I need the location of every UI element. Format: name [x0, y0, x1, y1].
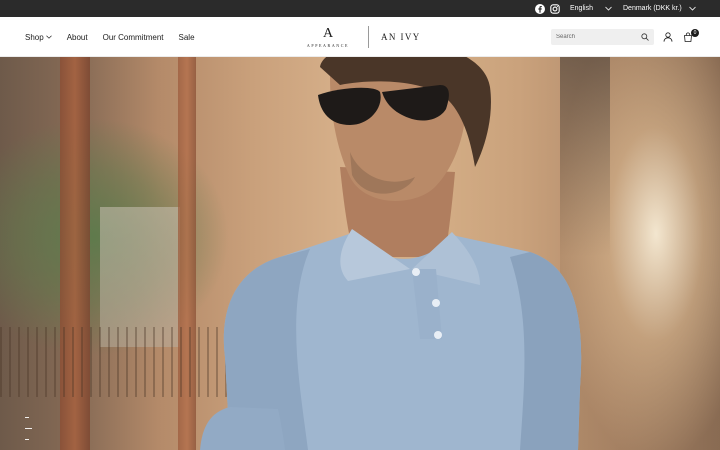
nav-item-label: Shop: [25, 32, 44, 42]
account-icon[interactable]: [663, 32, 673, 42]
nav-item-shop[interactable]: Shop: [25, 33, 52, 42]
appearance-logo-word: APPEARANCE: [306, 42, 350, 48]
main-nav: Shop About Our Commitment Sale: [25, 17, 195, 57]
slide-indicators: [25, 417, 32, 440]
nav-item-our-commitment[interactable]: Our Commitment: [103, 33, 164, 42]
appearance-logo[interactable]: A APPEARANCE: [300, 21, 356, 53]
language-label: English: [570, 5, 593, 12]
country-label: Denmark (DKK kr.): [623, 5, 682, 12]
cart-count-badge: 0: [691, 29, 699, 37]
search-icon[interactable]: [641, 33, 649, 41]
slide-indicator-active[interactable]: [25, 428, 32, 429]
hero-background-door: [100, 207, 180, 347]
nav-item-about[interactable]: About: [67, 33, 88, 42]
chevron-down-icon: [689, 6, 696, 11]
chevron-down-icon: [45, 35, 52, 39]
site-header: Shop About Our Commitment Sale A APPEARA…: [0, 17, 720, 57]
chevron-down-icon: [605, 6, 612, 11]
hero-model-image: [200, 57, 582, 450]
logo-divider: [368, 26, 369, 48]
search-input[interactable]: [556, 34, 638, 40]
country-selector[interactable]: Denmark (DKK kr.): [623, 0, 696, 17]
brand-logos: A APPEARANCE AN IVY: [300, 17, 421, 57]
utility-bar: English Denmark (DKK kr.): [0, 0, 720, 17]
facebook-icon[interactable]: [534, 3, 545, 14]
slide-indicator[interactable]: [25, 439, 29, 440]
nav-item-sale[interactable]: Sale: [179, 33, 195, 42]
language-selector[interactable]: English: [570, 0, 612, 17]
instagram-icon[interactable]: [549, 3, 560, 14]
hero-banner[interactable]: [0, 57, 720, 450]
slide-indicator[interactable]: [25, 417, 29, 418]
anivy-logo[interactable]: AN IVY: [381, 32, 421, 42]
appearance-logo-mark: A: [322, 25, 334, 41]
search-bar: [551, 29, 654, 45]
